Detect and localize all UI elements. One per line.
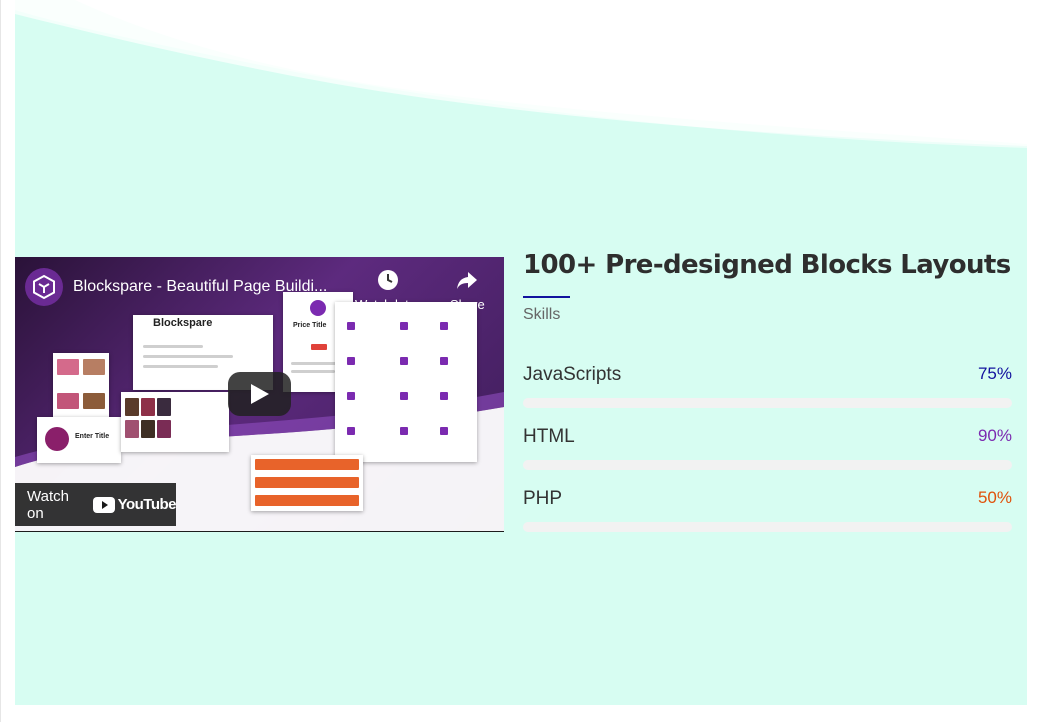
skills-section: Blockspare Enter Title Price Title Block… [15,0,1027,705]
skill-name: HTML [523,426,575,447]
mockup-price-title: Price Title [293,322,327,329]
play-icon [251,384,269,404]
channel-avatar[interactable] [25,268,63,306]
watch-on-youtube-button[interactable]: Watch on YouTube [15,483,177,526]
mockup-blocks-panel [335,302,477,462]
watch-on-label: Watch on [27,487,69,522]
skill-progress-fill [523,398,890,408]
share-button[interactable]: Share [450,269,485,312]
mockup-gallery-panel [121,392,229,452]
watch-later-label: Watch later [355,297,421,312]
skill-progress-track [523,460,1012,470]
skill-html: HTML 90% [523,426,1012,476]
skill-javascripts: JavaScripts 75% [523,364,1012,414]
skill-progress-track [523,398,1012,408]
mockup-profile-card: Enter Title [37,417,121,463]
mockup-brand-label: Blockspare [153,317,213,329]
mockup-accordion-panel [251,455,363,511]
skill-name: JavaScripts [523,364,622,385]
skill-progress-fill [523,522,768,532]
youtube-wordmark: YouTube [117,496,177,513]
share-arrow-icon [457,272,478,289]
share-label: Share [450,297,485,312]
clock-icon [377,270,398,290]
page-left-border [0,0,1,722]
skill-percent: 90% [977,426,1012,445]
youtube-logo: YouTube [92,496,177,513]
skill-percent: 75% [977,364,1012,383]
watch-later-button[interactable]: Watch later [355,269,420,312]
video-top-bar: Blockspare - Beautiful Page Buildi... Wa… [25,267,494,312]
skill-progress-track [523,522,1012,532]
video-title[interactable]: Blockspare - Beautiful Page Buildi... [73,278,328,296]
play-button[interactable] [228,372,291,416]
skill-php: PHP 50% [523,488,1012,538]
mockup-enter-title: Enter Title [75,433,110,440]
mockup-grid-panel [53,353,109,425]
top-wave-divider [15,0,1027,148]
section-heading: 100+ Pre-designed Blocks Layouts [523,250,1011,280]
youtube-play-icon [92,496,115,513]
blockspare-logo-icon [33,274,55,300]
skill-name: PHP [523,488,563,509]
skill-progress-fill [523,460,964,470]
heading-underline [523,296,570,298]
section-subtitle: Skills [523,306,561,323]
youtube-video-embed[interactable]: Blockspare Enter Title Price Title Block… [15,257,504,532]
skill-percent: 50% [977,488,1012,507]
